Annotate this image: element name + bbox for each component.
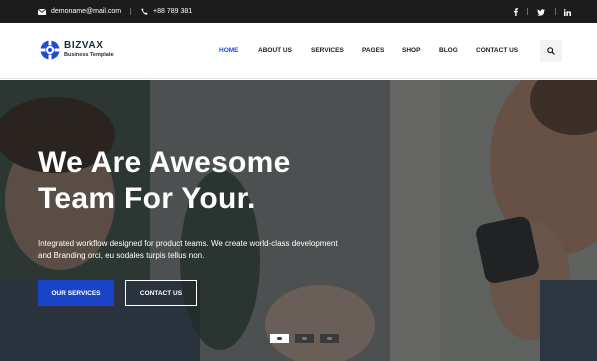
search-icon bbox=[547, 47, 555, 55]
nav-home[interactable]: HOME bbox=[219, 47, 239, 54]
topbar-email-text: demoname@mail.com bbox=[51, 8, 122, 15]
slider-dot-2[interactable] bbox=[295, 334, 314, 343]
site-header: BIZVAX Business Template HOME ABOUT US S… bbox=[0, 23, 597, 79]
our-services-button[interactable]: OUR SERVICES bbox=[38, 280, 114, 306]
hero-description: Integrated workflow designed for product… bbox=[38, 239, 338, 260]
social-divider bbox=[555, 8, 556, 15]
slider-dots bbox=[270, 334, 339, 343]
logo-icon bbox=[40, 40, 60, 60]
nav-shop[interactable]: SHOP bbox=[402, 47, 420, 54]
logo[interactable]: BIZVAX Business Template bbox=[40, 40, 114, 60]
slider-dot-marker bbox=[327, 337, 332, 340]
linkedin-link[interactable] bbox=[563, 0, 571, 23]
envelope-icon bbox=[38, 8, 46, 15]
slider-dot-1[interactable] bbox=[270, 334, 289, 343]
topbar-email[interactable]: demoname@mail.com bbox=[38, 0, 121, 23]
nav-pages[interactable]: PAGES bbox=[362, 47, 384, 54]
brand-tagline: Business Template bbox=[64, 52, 114, 59]
brand-name: BIZVAX bbox=[64, 40, 104, 52]
nav-blog[interactable]: BLOG bbox=[439, 47, 458, 54]
topbar-phone[interactable]: +88 789 381 bbox=[141, 0, 192, 23]
slider-dot-marker bbox=[302, 337, 307, 340]
slider-dot-marker bbox=[277, 337, 282, 340]
topbar-phone-text: +88 789 381 bbox=[153, 8, 193, 15]
twitter-link[interactable] bbox=[537, 0, 545, 23]
hero-title-line-2: Team For Your. bbox=[38, 182, 256, 215]
nav-contact-us[interactable]: CONTACT US bbox=[476, 47, 518, 54]
contact-us-button[interactable]: CONTACT US bbox=[125, 280, 197, 306]
social-divider bbox=[527, 8, 528, 15]
topbar-divider bbox=[130, 8, 131, 15]
hero-overlay bbox=[0, 80, 597, 361]
hero-slider: We Are Awesome Team For Your. Integrated… bbox=[0, 80, 597, 361]
twitter-icon bbox=[537, 3, 545, 21]
hero-title-line-1: We Are Awesome bbox=[38, 146, 291, 179]
search-button[interactable] bbox=[540, 40, 562, 62]
brand: BIZVAX Business Template bbox=[64, 41, 114, 59]
nav-services[interactable]: SERVICES bbox=[311, 47, 344, 54]
slider-dot-3[interactable] bbox=[320, 334, 339, 343]
phone-icon bbox=[141, 8, 148, 15]
top-bar: demoname@mail.com +88 789 381 bbox=[0, 0, 597, 23]
hero-title: We Are Awesome Team For Your. bbox=[38, 145, 358, 217]
linkedin-icon bbox=[563, 3, 571, 21]
facebook-link[interactable] bbox=[514, 0, 518, 23]
facebook-icon bbox=[514, 3, 518, 21]
nav-about-us[interactable]: ABOUT US bbox=[258, 47, 292, 54]
